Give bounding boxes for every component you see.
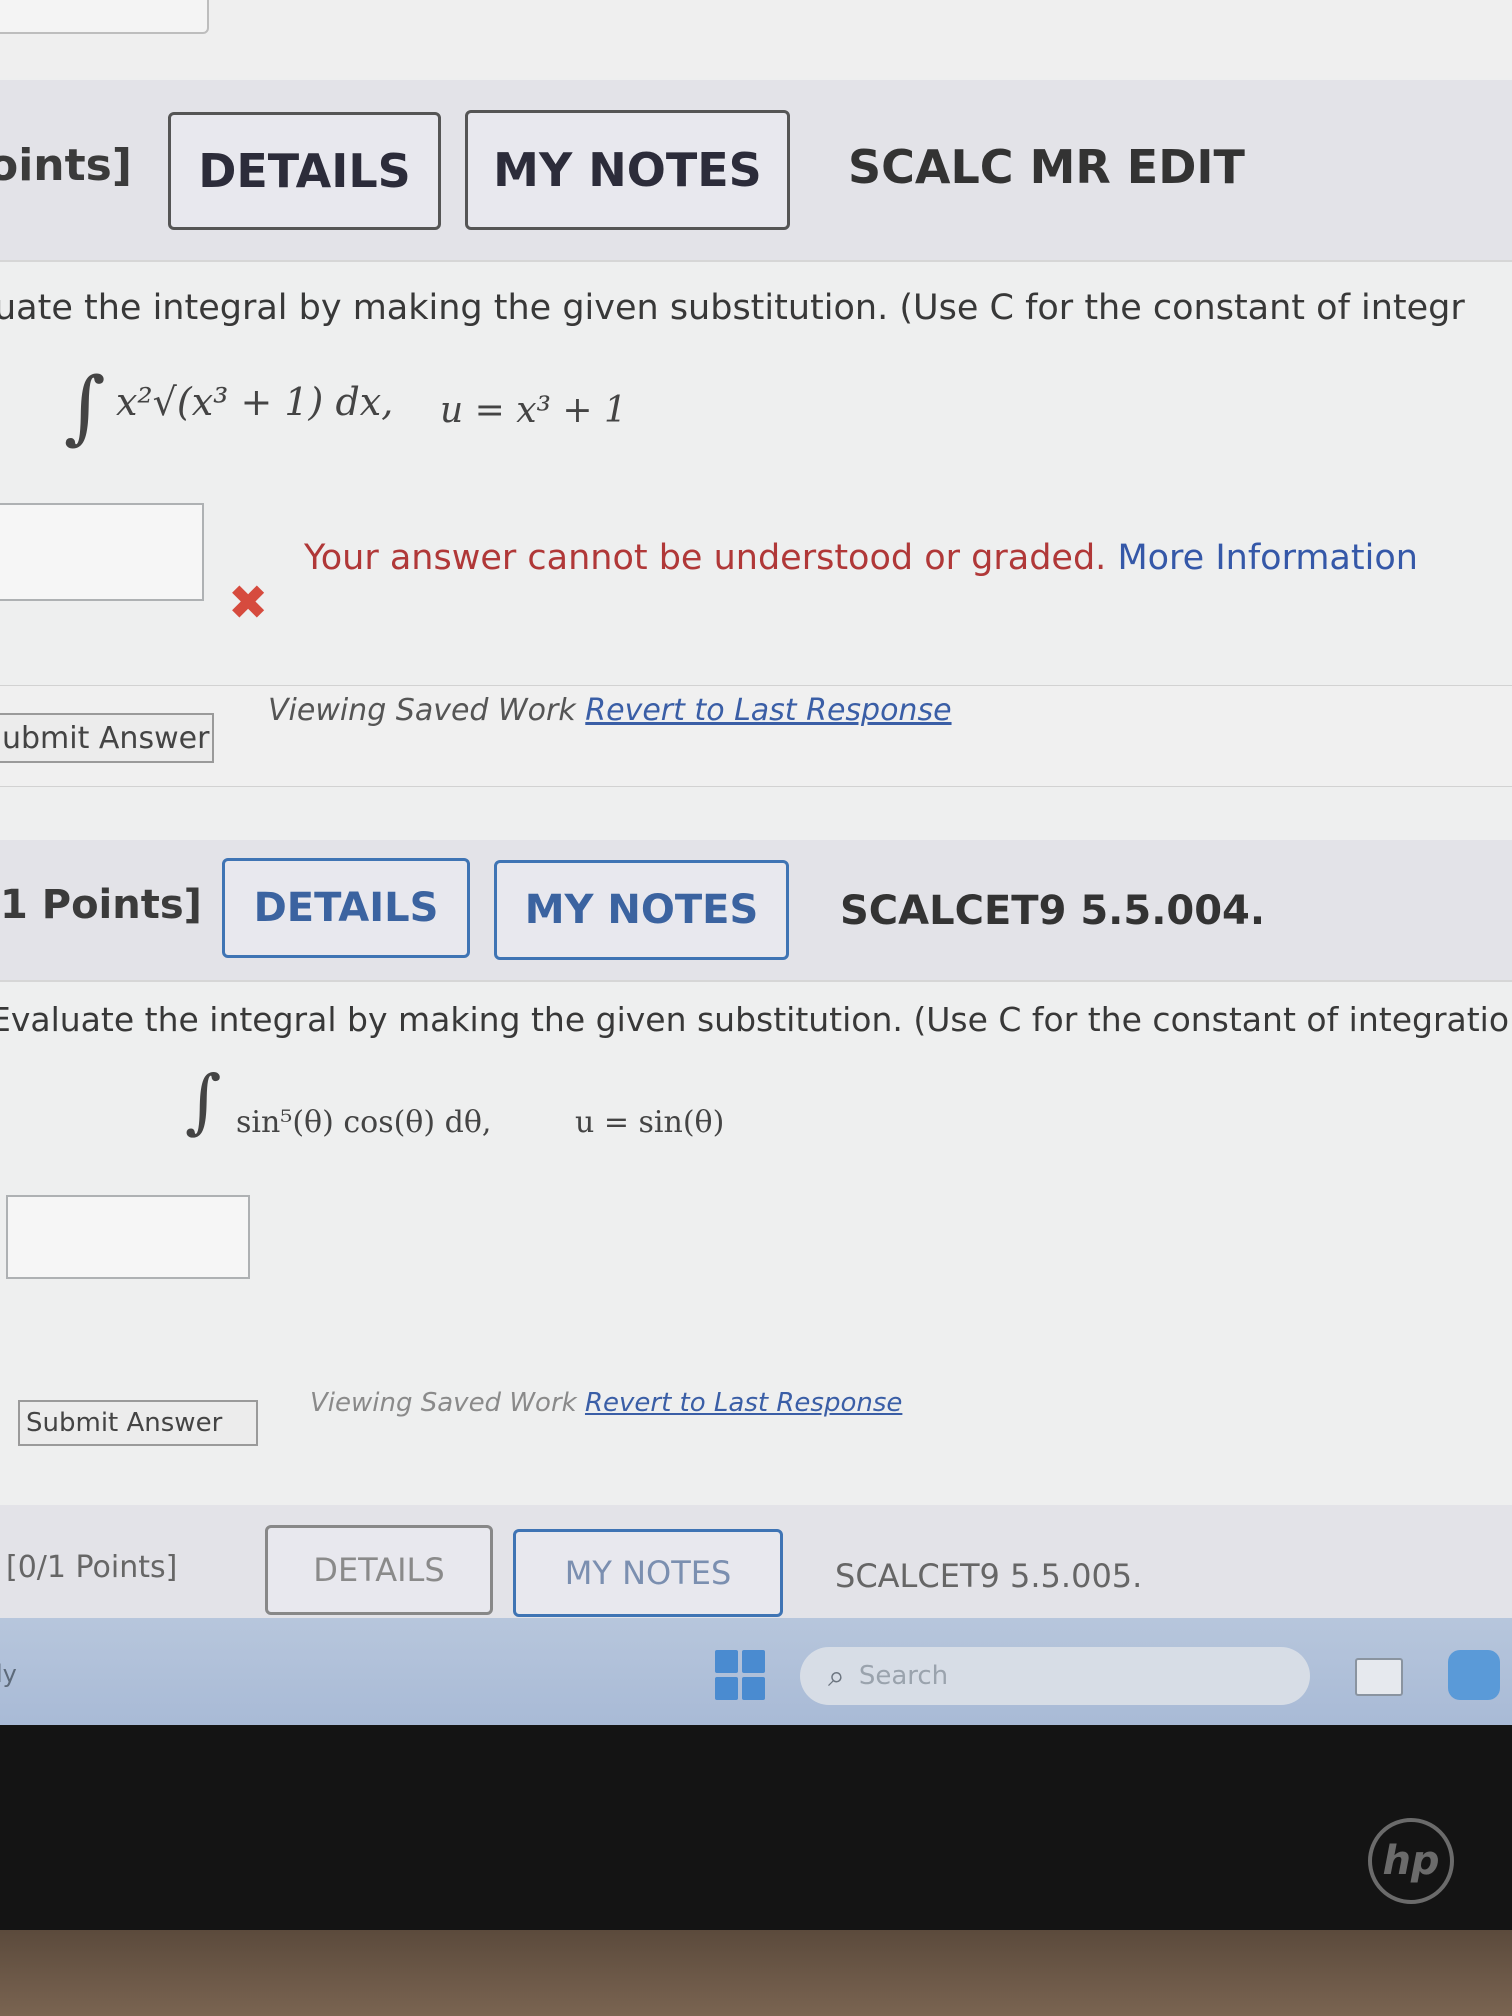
question-3-my-notes-button[interactable]: MY NOTES xyxy=(513,1529,783,1617)
question-1-error-message: Your answer cannot be understood or grad… xyxy=(304,538,1418,578)
question-2-submit-button[interactable]: Submit Answer xyxy=(18,1400,258,1446)
question-1-header: oints] DETAILS MY NOTES SCALC MR EDIT xyxy=(0,80,1512,262)
question-2-details-button[interactable]: DETAILS xyxy=(222,858,470,958)
question-2-header: 1 Points] DETAILS MY NOTES SCALCET9 5.5.… xyxy=(0,840,1512,982)
question-1-answer-field[interactable] xyxy=(0,503,204,601)
question-2-saved-work: Viewing Saved Work Revert to Last Respon… xyxy=(310,1388,902,1418)
desk-surface xyxy=(0,1930,1512,2016)
question-3-points: [0/1 Points] xyxy=(6,1550,178,1585)
question-3-header: [0/1 Points] DETAILS MY NOTES SCALCET9 5… xyxy=(0,1505,1512,1620)
question-1-substitution: u = x³ + 1 xyxy=(440,390,627,431)
edge-browser-icon[interactable] xyxy=(1448,1650,1500,1700)
question-2-code: SCALCET9 5.5.004. xyxy=(840,888,1266,934)
saved-work-label: Viewing Saved Work xyxy=(310,1388,577,1418)
question-1-instruction: uate the integral by making the given su… xyxy=(0,288,1465,328)
question-2-answer-field[interactable] xyxy=(6,1195,250,1279)
incorrect-x-icon: ✖ xyxy=(228,575,269,631)
laptop-bezel xyxy=(0,1725,1512,1930)
revert-to-last-response-link[interactable]: Revert to Last Response xyxy=(585,693,951,728)
integral-sign: ∫ xyxy=(185,1060,222,1142)
question-1-details-button[interactable]: DETAILS xyxy=(168,112,441,230)
saved-work-label: Viewing Saved Work xyxy=(268,693,576,728)
question-1-code: SCALC MR EDIT xyxy=(848,140,1245,194)
hp-logo: hp xyxy=(1368,1818,1454,1904)
revert-to-last-response-link[interactable]: Revert to Last Response xyxy=(585,1388,902,1418)
file-explorer-icon[interactable] xyxy=(1355,1658,1403,1696)
question-1-my-notes-button[interactable]: MY NOTES xyxy=(465,110,790,230)
browser-viewport: oints] DETAILS MY NOTES SCALC MR EDIT ua… xyxy=(0,0,1512,1725)
error-text: Your answer cannot be understood or grad… xyxy=(304,538,1107,578)
top-strip xyxy=(0,0,1512,78)
search-icon: ⌕ xyxy=(828,1658,845,1694)
search-placeholder: Search xyxy=(858,1661,949,1691)
question-1-saved-work: Viewing Saved Work Revert to Last Respon… xyxy=(268,693,952,728)
more-information-link[interactable]: More Information xyxy=(1117,538,1418,578)
previous-input-box[interactable] xyxy=(0,0,209,34)
question-1-submit-button[interactable]: ubmit Answer xyxy=(0,713,214,763)
question-2-substitution: u = sin(θ) xyxy=(575,1105,725,1140)
question-1-points: oints] xyxy=(0,140,132,191)
question-3-details-button[interactable]: DETAILS xyxy=(265,1525,493,1615)
windows-start-icon[interactable] xyxy=(715,1650,765,1700)
question-2-integrand: sin⁵(θ) cos(θ) dθ, xyxy=(236,1105,492,1140)
taskbar-weather-text[interactable]: ly xyxy=(0,1660,17,1688)
question-2-points: 1 Points] xyxy=(0,882,202,928)
question-2-instruction: Evaluate the integral by making the give… xyxy=(0,1000,1510,1039)
taskbar-search-box[interactable]: ⌕ Search xyxy=(800,1647,1310,1705)
question-1-integrand: x²√(x³ + 1) dx, xyxy=(116,380,394,424)
integral-sign: ∫ xyxy=(64,360,106,453)
question-2-my-notes-button[interactable]: MY NOTES xyxy=(494,860,789,960)
question-3-code: SCALCET9 5.5.005. xyxy=(835,1557,1143,1595)
